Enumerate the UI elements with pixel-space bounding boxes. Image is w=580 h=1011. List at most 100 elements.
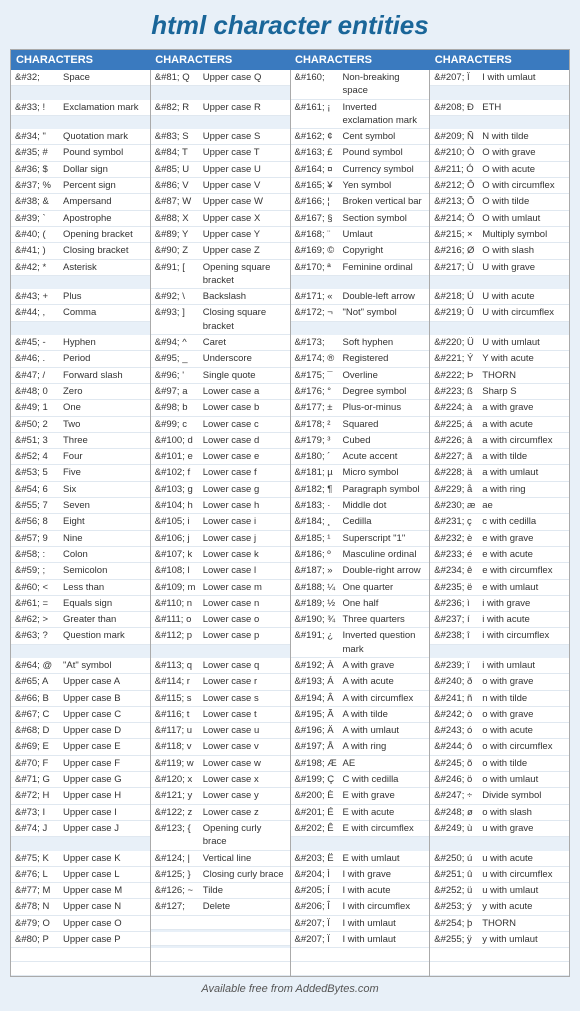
entry-code: &#73; I — [15, 806, 63, 819]
table-row — [11, 948, 570, 962]
cell-col1-row5: &#86; VUpper case V — [150, 178, 290, 194]
cell-col0-row20: &#52; 4Four — [11, 449, 151, 465]
entry-desc: u with umlaut — [482, 884, 565, 897]
entry-desc: Hyphen — [63, 336, 146, 349]
entry-item: &#245; õo with tilde — [430, 756, 569, 772]
entry-desc: Opening curly brace — [203, 822, 286, 849]
entry-item: &#102; fLower case f — [151, 465, 290, 481]
entry-desc: O with slash — [482, 244, 565, 257]
entry-desc: A with ring — [343, 740, 426, 753]
entry-code: &#64; @ — [15, 659, 63, 672]
entry-desc: Divide symbol — [482, 789, 565, 802]
entry-code: &#220; Ü — [434, 336, 482, 349]
entry-code: &#207; Ï — [295, 933, 343, 946]
entry-desc: a with acute — [482, 418, 565, 431]
entry-item: &#207; ÏI with umlaut — [291, 916, 430, 932]
entry-desc: E with umlaut — [343, 852, 426, 865]
cell-col1-row30: &#111; oLower case o — [150, 612, 290, 628]
entry-item: &#234; êe with circumflex — [430, 563, 569, 579]
entry-desc: I with umlaut — [343, 933, 426, 946]
entry-desc: Double-left arrow — [343, 290, 426, 303]
cell-col0-row13: &#45; -Hyphen — [11, 335, 151, 351]
cell-col3-row40: &#247; ÷Divide symbol — [430, 788, 570, 804]
cell-col1-row6: &#87; WUpper case W — [150, 194, 290, 210]
entry-code: &#243; ó — [434, 724, 482, 737]
entry-code: &#230; æ — [434, 499, 482, 512]
entry-item: &#120; xLower case x — [151, 772, 290, 788]
entry-code: &#163; £ — [295, 146, 343, 159]
entry-desc: "Not" symbol — [343, 306, 426, 319]
entry-code: &#229; å — [434, 483, 482, 496]
entry-item: &#32;Space — [11, 70, 150, 86]
entry-desc: Degree symbol — [343, 385, 426, 398]
entry-desc: Lower case h — [203, 499, 286, 512]
entry-item: &#72; HUpper case H — [11, 788, 150, 804]
cell-col2-row29: &#189; ½One half — [290, 596, 430, 612]
entry-item: &#114; rLower case r — [151, 674, 290, 690]
entry-desc: u with grave — [482, 822, 565, 835]
cell-col2-row1: &#161; ¡Inverted exclamation mark — [290, 100, 430, 130]
cell-col2-row17: &#177; ±Plus-or-minus — [290, 400, 430, 416]
entry-code: &#113; q — [155, 659, 203, 672]
entry-item: &#252; üu with umlaut — [430, 883, 569, 899]
entry-desc: Upper case X — [203, 212, 286, 225]
entry-desc: Lower case p — [203, 629, 286, 642]
entry-item: &#58; :Colon — [11, 547, 150, 563]
cell-col2-row50 — [290, 962, 430, 977]
entry-item: &#105; iLower case i — [151, 514, 290, 530]
cell-col0-row43: &#75; KUpper case K — [11, 851, 151, 867]
cell-col1-row21: &#102; fLower case f — [150, 465, 290, 481]
entry-code: &#96; ' — [155, 369, 203, 382]
entry-code: &#48; 0 — [15, 385, 63, 398]
entry-code: &#197; Å — [295, 740, 343, 753]
cell-col0-row8: &#40; (Opening bracket — [11, 227, 151, 243]
entry-item: &#86; VUpper case V — [151, 178, 290, 194]
entry-desc: e with acute — [482, 548, 565, 561]
entry-code: &#195; Ã — [295, 708, 343, 721]
entry-item: &#68; DUpper case D — [11, 723, 150, 739]
entry-code: &#178; ² — [295, 418, 343, 431]
table-row: &#72; HUpper case H&#121; yLower case y&… — [11, 788, 570, 804]
entry-code: &#212; Ô — [434, 179, 482, 192]
entry-item: &#237; íi with acute — [430, 612, 569, 628]
entry-code: &#181; µ — [295, 466, 343, 479]
entry-desc: Upper case F — [63, 757, 146, 770]
entry-item: &#169; ©Copyright — [291, 243, 430, 259]
cell-col1-row9: &#90; ZUpper case Z — [150, 243, 290, 259]
entry-code: &#201; É — [295, 806, 343, 819]
entry-desc: Upper case S — [203, 130, 286, 143]
entry-desc: Inverted question mark — [343, 629, 426, 656]
entry-code: &#184; ¸ — [295, 515, 343, 528]
entry-code: &#110; n — [155, 597, 203, 610]
cell-col3-row7: &#214; ÖO with umlaut — [430, 211, 570, 227]
table-row: &#64; @"At" symbol&#113; qLower case q&#… — [11, 658, 570, 674]
entry-code: &#183; · — [295, 499, 343, 512]
entry-code: &#205; Í — [295, 884, 343, 897]
cell-col0-row32: &#64; @"At" symbol — [11, 658, 151, 674]
entry-code: &#119; w — [155, 757, 203, 770]
entry-desc: Space — [63, 71, 146, 84]
entry-desc: Two — [63, 418, 146, 431]
entry-desc: Non-breaking space — [343, 71, 426, 98]
entry-item: &#61; =Equals sign — [11, 596, 150, 612]
cell-col3-row34: &#241; ñn with tilde — [430, 691, 570, 707]
entry-code: &#116; t — [155, 708, 203, 721]
entry-item: &#205; ÍI with acute — [291, 883, 430, 899]
cell-col0-row35: &#67; CUpper case C — [11, 707, 151, 723]
entry-item: &#122; zLower case z — [151, 805, 290, 821]
cell-col1-row37: &#118; vLower case v — [150, 739, 290, 755]
cell-col2-row6: &#166; ¦Broken vertical bar — [290, 194, 430, 210]
table-row: &#69; EUpper case E&#118; vLower case v&… — [11, 739, 570, 755]
entry-desc: Squared — [343, 418, 426, 431]
entry-code: &#82; R — [155, 101, 203, 114]
entry-code: &#67; C — [15, 708, 63, 721]
entry-code: &#246; ö — [434, 773, 482, 786]
entry-desc: THORN — [482, 369, 565, 382]
entry-desc: Question mark — [63, 629, 146, 642]
table-row: &#41; )Closing bracket&#90; ZUpper case … — [11, 243, 570, 259]
table-row: &#55; 7Seven&#104; hLower case h&#183; ·… — [11, 498, 570, 514]
entry-desc: Micro symbol — [343, 466, 426, 479]
cell-col2-row7: &#167; §Section symbol — [290, 211, 430, 227]
entry-desc: o with circumflex — [482, 740, 565, 753]
entry-code: &#192; À — [295, 659, 343, 672]
